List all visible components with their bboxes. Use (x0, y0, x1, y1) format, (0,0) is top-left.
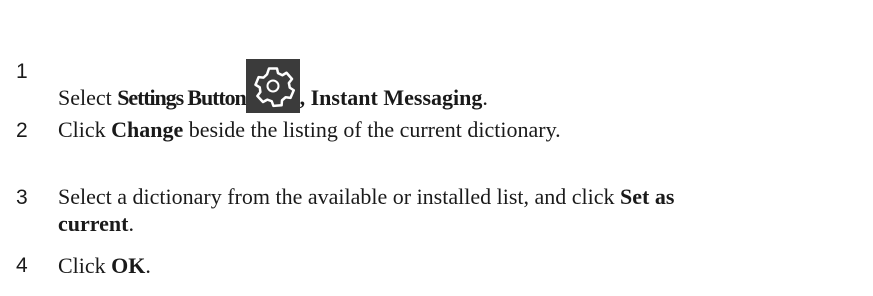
step-text-line-1: Select a dictionary from the available o… (58, 183, 674, 210)
step-text: Click Change beside the listing of the c… (58, 116, 561, 143)
step-number: 4 (16, 254, 28, 277)
step-text-suffix: beside the listing of the current dictio… (183, 117, 561, 142)
step-text-prefix: Select (58, 85, 118, 110)
step-text: Select Settings Button , Instant Messagi… (58, 57, 488, 113)
step-text-prefix: Click (58, 117, 112, 142)
step-text-suffix: . (145, 253, 151, 278)
change-label: Change (111, 117, 184, 142)
step-text-prefix: Click (58, 253, 112, 278)
step-number: 2 (16, 119, 28, 142)
gear-icon (245, 59, 300, 113)
set-as-current-label-part-1: Set as (620, 184, 675, 209)
instant-messaging-label: , Instant Messaging (299, 85, 483, 110)
set-as-current-label-part-2: current (58, 211, 129, 236)
step-number: 1 (16, 60, 28, 83)
ok-label: OK (111, 253, 146, 278)
step-text-suffix: . (128, 211, 134, 236)
step-text-line-2: current. (58, 210, 134, 237)
step-text-suffix: . (482, 85, 488, 110)
step-text-prefix: Select a dictionary from the available o… (58, 184, 621, 209)
step-number: 3 (16, 186, 28, 209)
step-text: Click OK. (58, 252, 151, 279)
settings-button-label: Settings Button (117, 85, 246, 110)
gear-icon-graphic (253, 67, 295, 108)
